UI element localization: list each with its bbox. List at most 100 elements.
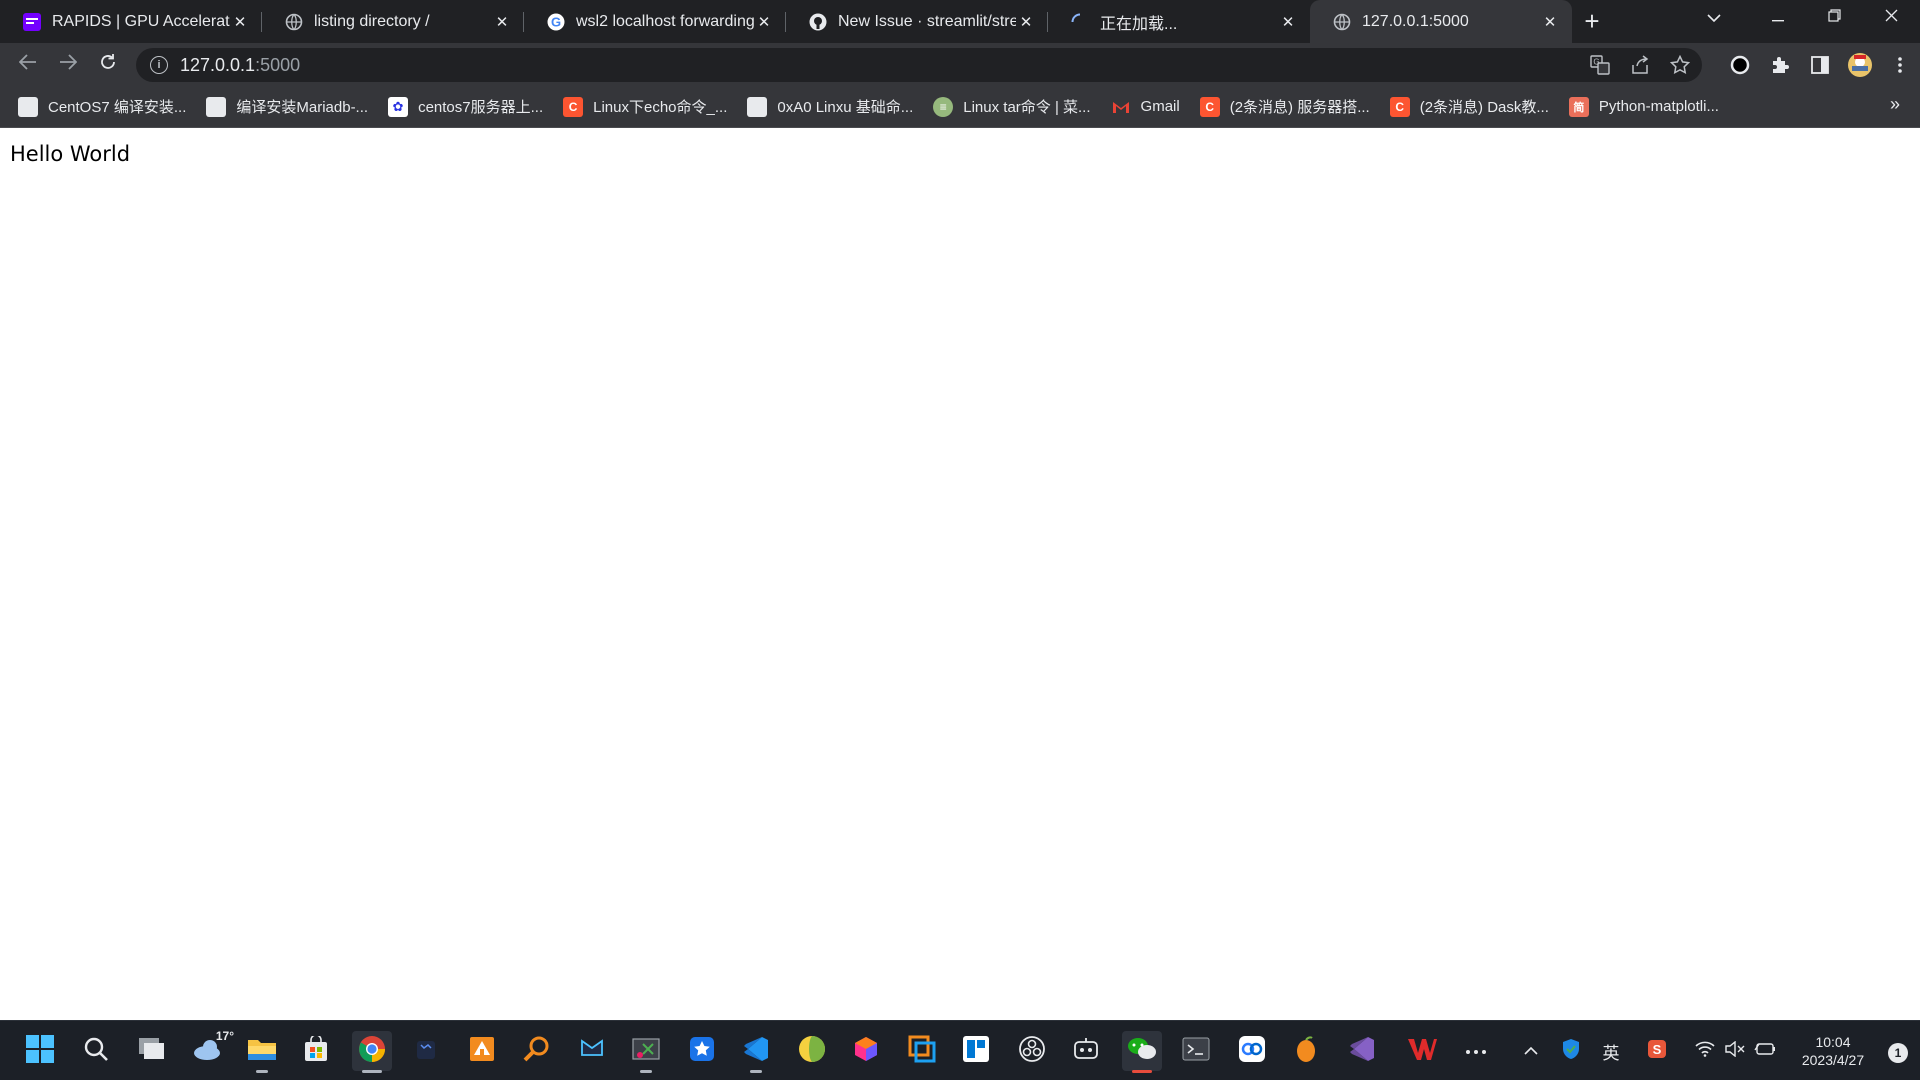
extensions-area (1720, 43, 1920, 86)
profile-avatar[interactable] (1840, 43, 1880, 86)
running-indicator (640, 1070, 652, 1073)
tray-security-icon[interactable] (1556, 1021, 1586, 1081)
close-icon[interactable]: ✕ (1278, 12, 1298, 32)
tray-overflow-button[interactable] (1516, 1021, 1546, 1081)
jetbrains-toolbox-app[interactable] (846, 1031, 886, 1071)
cloud-disk-icon (1238, 1035, 1266, 1068)
browser-toolbar: i 127.0.0.1:5000 G (0, 43, 1920, 86)
app-fl-studio[interactable] (1286, 1031, 1326, 1071)
close-icon[interactable]: ✕ (1016, 12, 1036, 32)
bookmark-label: 0xA0 Linxu 基础命... (777, 99, 914, 116)
visual-studio-app[interactable] (1342, 1031, 1382, 1071)
tray-ime-indicator[interactable]: 英 (1596, 1021, 1626, 1081)
tab-wsl2-search[interactable]: G wsl2 localhost forwarding ✕ (524, 0, 786, 43)
plus-icon: + (1584, 6, 1600, 36)
bookmark-item[interactable]: Gmail (1107, 92, 1190, 122)
bookmark-item[interactable]: 简 Python-matplotli... (1565, 92, 1729, 122)
restore-button[interactable] (1806, 0, 1863, 36)
side-panel-icon[interactable] (1800, 43, 1840, 86)
new-tab-button[interactable]: + (1572, 0, 1612, 43)
close-window-button[interactable] (1863, 0, 1920, 36)
app-orange-blue-square[interactable] (902, 1031, 942, 1071)
bookmark-item[interactable]: 编译安装Mariadb-... (202, 92, 378, 122)
close-icon[interactable]: ✕ (230, 12, 250, 32)
csdn-icon: C (1199, 96, 1220, 117)
app-baidu-netdisk[interactable] (1232, 1031, 1272, 1071)
bookmark-item[interactable]: C (2条消息) 服务器搭... (1196, 92, 1380, 122)
puzzle-icon[interactable] (1760, 43, 1800, 86)
tab-loading[interactable]: 正在加载... ✕ (1048, 0, 1310, 43)
tab-title: wsl2 localhost forwarding (576, 12, 754, 30)
file-explorer-app[interactable] (242, 1031, 282, 1073)
app-shield-mail[interactable] (572, 1031, 612, 1071)
task-view-icon (138, 1037, 166, 1066)
site-info-icon[interactable]: i (150, 56, 168, 74)
bookmarks-bar: CentOS7 编译安装... 编译安装Mariadb-... ✿ centos7… (0, 86, 1920, 128)
minimize-button[interactable] (1749, 0, 1806, 36)
close-icon[interactable]: ✕ (492, 12, 512, 32)
reload-button[interactable] (88, 45, 128, 85)
bookmark-label: Linux tar命令 | 菜... (963, 99, 1091, 116)
bookmarks-overflow-button[interactable]: » (1890, 94, 1900, 115)
app-dark-cat[interactable] (406, 1031, 446, 1071)
app-snipping-tool[interactable] (626, 1031, 666, 1073)
tab-rapids[interactable]: RAPIDS | GPU Accelerated ✕ (0, 0, 262, 43)
extension-circle-icon[interactable] (1720, 43, 1760, 86)
tab-title: 正在加载... (1100, 15, 1178, 33)
app-yellow-green[interactable] (792, 1031, 832, 1071)
system-clock[interactable]: 10:04 2023/4/27 (1788, 1033, 1878, 1069)
microsoft-store-app[interactable] (296, 1031, 336, 1071)
start-button[interactable] (20, 1031, 60, 1071)
weather-temp: 17° (215, 1029, 234, 1043)
tab-github-issue[interactable]: New Issue · streamlit/stre ✕ (786, 0, 1048, 43)
tray-sogou-icon[interactable]: S (1642, 1021, 1672, 1081)
bookmark-label: Linux下echo命令_... (593, 99, 728, 116)
wechat-app[interactable] (1122, 1031, 1162, 1073)
shield-icon (1561, 1038, 1581, 1065)
share-icon[interactable] (1628, 53, 1652, 77)
arrow-left-icon (18, 54, 37, 75)
chrome-app[interactable] (352, 1031, 392, 1073)
app-obs[interactable] (1012, 1031, 1052, 1071)
tray-volume-icon[interactable] (1722, 1021, 1748, 1081)
chevron-up-icon (1524, 1042, 1538, 1060)
bookmark-item[interactable]: ≡ Linux tar命令 | 菜... (929, 92, 1100, 122)
task-view-button[interactable] (132, 1031, 172, 1071)
app-blue-star[interactable] (682, 1031, 722, 1071)
address-bar[interactable]: i 127.0.0.1:5000 G (136, 48, 1702, 82)
app-search-tool[interactable] (516, 1031, 556, 1071)
bookmark-item[interactable]: C (2条消息) Dask教... (1386, 92, 1559, 122)
terminal-app[interactable] (1176, 1031, 1216, 1071)
tab-listing-directory[interactable]: listing directory / ✕ (262, 0, 524, 43)
close-icon[interactable]: ✕ (1540, 12, 1560, 32)
bookmark-item[interactable]: CentOS7 编译安装... (14, 92, 196, 122)
bookmark-star-icon[interactable] (1668, 53, 1692, 77)
running-indicator (750, 1070, 762, 1073)
translate-icon[interactable]: G (1588, 53, 1612, 77)
app-orange-boxes[interactable] (462, 1031, 502, 1071)
page-icon (206, 96, 227, 117)
google-icon: G (546, 12, 566, 32)
bookmark-item[interactable]: C Linux下echo命令_... (559, 92, 737, 122)
app-robot[interactable] (1066, 1031, 1106, 1071)
weather-widget[interactable]: 17° (188, 1029, 234, 1071)
search-button[interactable] (76, 1031, 116, 1071)
wps-office-app[interactable] (1402, 1031, 1442, 1071)
jianshu-icon: 简 (1568, 96, 1589, 117)
clock-time: 10:04 (1815, 1034, 1851, 1050)
notification-badge[interactable]: 1 (1888, 1043, 1908, 1063)
tab-search-button[interactable] (1694, 4, 1734, 34)
vscode-app[interactable] (736, 1031, 776, 1073)
bookmark-item[interactable]: 0xA0 Linxu 基础命... (743, 92, 923, 122)
forward-button[interactable] (48, 45, 88, 85)
more-apps-button[interactable] (1456, 1031, 1496, 1071)
more-menu-icon[interactable] (1880, 43, 1920, 86)
app-blue-tile[interactable] (956, 1031, 996, 1071)
tray-wifi-icon[interactable] (1692, 1021, 1718, 1081)
close-icon[interactable]: ✕ (754, 12, 774, 32)
tab-localhost[interactable]: 127.0.0.1:5000 ✕ (1310, 0, 1572, 43)
tray-battery-icon[interactable] (1752, 1021, 1778, 1081)
bookmark-item[interactable]: ✿ centos7服务器上... (384, 92, 553, 122)
wechat-icon (1127, 1036, 1157, 1067)
back-button[interactable] (8, 45, 48, 85)
